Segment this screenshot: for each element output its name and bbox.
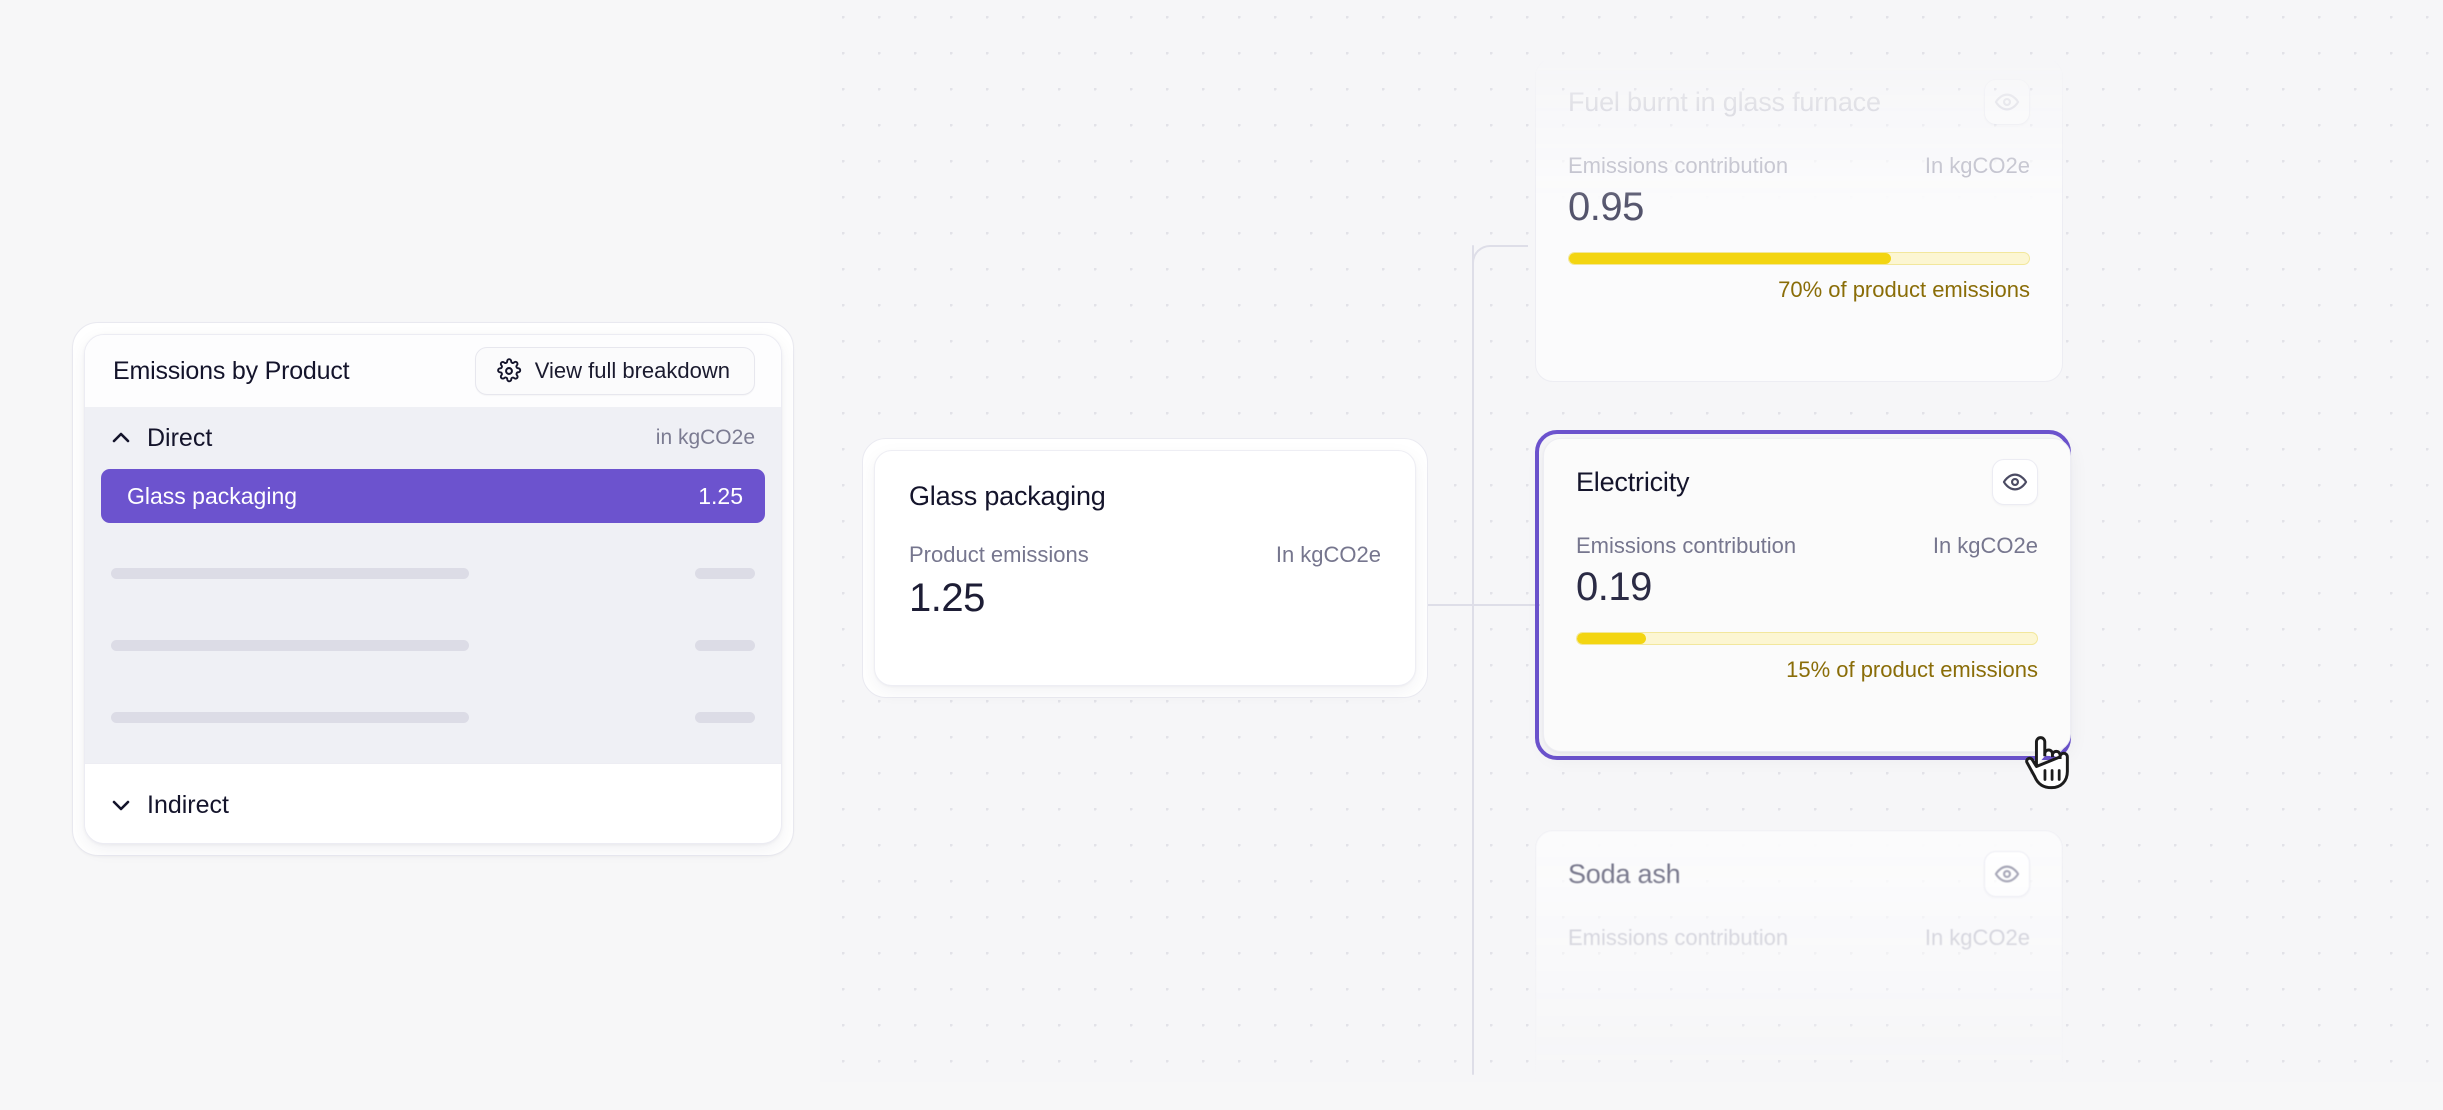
product-card-value: 1.25: [909, 576, 985, 620]
contribution-progress-fill: [1569, 253, 1891, 264]
product-card-metric-label: Product emissions: [909, 542, 1089, 567]
chevron-down-icon[interactable]: [109, 793, 133, 817]
skeleton-bar: [111, 711, 469, 723]
node-metric-label: Emissions contribution: [1568, 153, 1789, 178]
product-card-title: Glass packaging: [909, 481, 1106, 511]
eye-icon[interactable]: [1992, 459, 2038, 505]
node-title: Soda ash: [1568, 859, 1681, 889]
node-metric-label: Emissions contribution: [1576, 533, 1797, 558]
node-card-soda-ash[interactable]: Soda ash Emissions contribution In kgCO2…: [1535, 830, 2063, 1110]
node-card-electricity[interactable]: Electricity Emissions contribution In kg…: [1543, 438, 2071, 752]
emissions-by-product-panel: Emissions by Product View full breakdown…: [84, 334, 782, 844]
node-unit-label: In kgCO2e: [1924, 153, 2030, 178]
view-full-breakdown-label: View full breakdown: [534, 358, 730, 383]
section-indirect-header[interactable]: Indirect: [85, 764, 781, 843]
list-item-glass-packaging[interactable]: Glass packaging 1.25: [101, 469, 765, 523]
node-title: Electricity: [1576, 467, 1690, 497]
contribution-progress-bar: [1576, 632, 2038, 645]
list-item-label: Glass packaging: [127, 482, 298, 509]
list-item-placeholder: [85, 695, 781, 739]
skeleton-bar: [695, 711, 755, 723]
gear-icon: [496, 358, 522, 384]
node-unit-label: In kgCO2e: [1932, 533, 2038, 558]
contribution-progress-fill: [1577, 633, 1646, 644]
chevron-up-icon[interactable]: [109, 426, 133, 450]
node-header: Electricity: [1576, 459, 2038, 505]
list-item-placeholder: [85, 551, 781, 595]
section-direct: Direct in kgCO2e Glass packaging 1.25: [85, 407, 781, 763]
node-metric-row: Emissions contribution In kgCO2e: [1576, 533, 2038, 559]
list-item-value: 1.25: [698, 482, 743, 509]
section-direct-label: Direct: [147, 423, 213, 452]
node-header: Fuel burnt in glass furnace: [1568, 79, 2030, 125]
mouse-cursor-pointing-hand: [2025, 736, 2069, 790]
section-indirect: Indirect: [85, 763, 781, 843]
connector-corner: [1472, 245, 1528, 281]
skeleton-bar: [695, 567, 755, 579]
skeleton-bar: [111, 567, 469, 579]
node-title: Fuel burnt in glass furnace: [1568, 87, 1881, 117]
panel-header: Emissions by Product View full breakdown: [85, 335, 781, 407]
node-metric-label: Emissions contribution: [1568, 925, 1789, 950]
node-metric-row: Emissions contribution In kgCO2e: [1568, 153, 2030, 179]
skeleton-bar: [111, 639, 469, 651]
section-indirect-label: Indirect: [147, 790, 229, 819]
skeleton-bar: [695, 639, 755, 651]
contribution-caption: 15% of product emissions: [1786, 657, 2038, 682]
node-value: 0.19: [1576, 565, 1652, 609]
product-card-metric-row: Product emissions In kgCO2e: [909, 542, 1381, 568]
page-title: Emissions by Product: [113, 356, 350, 385]
product-card-glass-packaging[interactable]: Glass packaging Product emissions In kgC…: [874, 450, 1416, 686]
node-card-fuel-burnt-in-glass-furnace[interactable]: Fuel burnt in glass furnace Emissions co…: [1535, 58, 2063, 382]
connector-vertical-rail: [1472, 245, 1474, 1075]
node-value: 0.95: [1568, 185, 1644, 229]
view-full-breakdown-button[interactable]: View full breakdown: [474, 347, 755, 395]
list-item-placeholder: [85, 623, 781, 667]
contribution-progress-bar: [1568, 252, 2030, 265]
product-card-unit-label: In kgCO2e: [1275, 542, 1381, 567]
eye-icon[interactable]: [1984, 851, 2030, 897]
eye-icon[interactable]: [1984, 79, 2030, 125]
node-unit-label: In kgCO2e: [1924, 925, 2030, 950]
node-header: Soda ash: [1568, 851, 2030, 897]
contribution-caption: 70% of product emissions: [1778, 277, 2030, 302]
node-metric-row: Emissions contribution In kgCO2e: [1568, 925, 2030, 951]
section-direct-unit: in kgCO2e: [655, 426, 755, 449]
section-direct-header[interactable]: Direct in kgCO2e: [85, 407, 781, 469]
